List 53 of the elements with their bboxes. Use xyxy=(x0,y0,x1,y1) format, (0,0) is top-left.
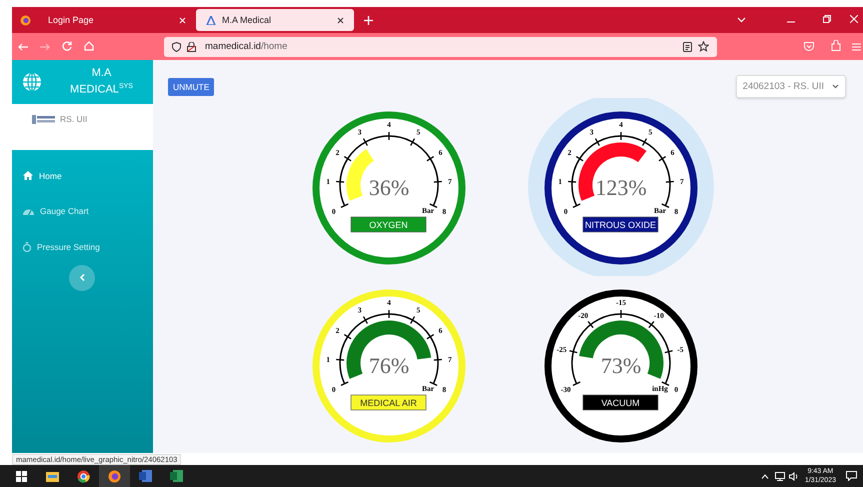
gauge-reading: 123% xyxy=(595,175,647,200)
browser-tab[interactable]: M.A Medical xyxy=(196,9,354,31)
restore-icon[interactable] xyxy=(823,15,831,23)
brand-name: M.A MEDICAL$^{SYS}$ xyxy=(69,67,134,97)
star-icon[interactable] xyxy=(698,41,709,52)
pocket-icon[interactable] xyxy=(804,42,814,50)
browser-tab[interactable]: Login Page xyxy=(38,9,196,31)
stopwatch-icon xyxy=(23,242,31,252)
globe-icon xyxy=(22,72,42,92)
reload-icon[interactable] xyxy=(62,40,72,50)
gauge-icon xyxy=(23,207,34,216)
home-icon[interactable] xyxy=(84,40,94,50)
lock-icon[interactable] xyxy=(187,42,196,52)
sidebar-item[interactable]: Pressure Setting xyxy=(12,229,153,264)
gauge-fill xyxy=(578,142,646,200)
gas-label: VACUUM xyxy=(582,394,658,410)
excel-icon[interactable] xyxy=(170,470,183,482)
gas-label: NITROUS OXIDE xyxy=(582,216,658,232)
firefox-icon[interactable] xyxy=(108,470,121,482)
gauge-reading: 73% xyxy=(600,353,642,378)
windows-start-icon[interactable] xyxy=(16,470,27,482)
network-icon[interactable] xyxy=(774,472,785,480)
extensions-icon[interactable] xyxy=(831,40,841,50)
firefox-icon[interactable] xyxy=(20,14,30,26)
close-icon[interactable] xyxy=(337,16,344,24)
hospital-name: RS. UII xyxy=(60,114,88,124)
reader-view-icon[interactable] xyxy=(683,42,692,52)
word-icon[interactable] xyxy=(139,470,152,482)
gauge-reading: 36% xyxy=(368,175,410,200)
new-tab-icon[interactable] xyxy=(364,16,373,24)
unmute-button[interactable]: UNMUTE xyxy=(168,78,214,96)
notification-icon[interactable] xyxy=(846,471,857,481)
gas-label: MEDICAL AIR xyxy=(350,394,426,410)
device-select[interactable]: 24062103 - RS. UII xyxy=(736,75,846,98)
gas-label: OXYGEN xyxy=(350,216,426,232)
shield-icon[interactable] xyxy=(172,42,181,52)
sidebar-item[interactable]: Home xyxy=(12,158,153,194)
address-field[interactable]: mamedical.id/home xyxy=(164,36,717,56)
volume-icon[interactable] xyxy=(788,472,799,480)
hospital-logo-icon xyxy=(32,114,56,125)
chevron-down-icon[interactable] xyxy=(736,17,746,23)
site-icon xyxy=(206,16,216,24)
minimize-icon[interactable] xyxy=(787,21,795,23)
chrome-icon[interactable] xyxy=(77,470,90,482)
back-icon[interactable] xyxy=(18,42,28,50)
sidebar-item[interactable]: Gauge Chart xyxy=(12,194,153,229)
menu-icon[interactable] xyxy=(852,42,860,50)
gauge-reading: 76% xyxy=(368,353,410,378)
home-icon xyxy=(23,171,33,180)
chevron-up-icon[interactable] xyxy=(760,474,769,478)
folder-icon[interactable] xyxy=(46,470,59,482)
chevron-left-icon xyxy=(80,274,84,281)
chevron-down-icon xyxy=(832,84,839,89)
